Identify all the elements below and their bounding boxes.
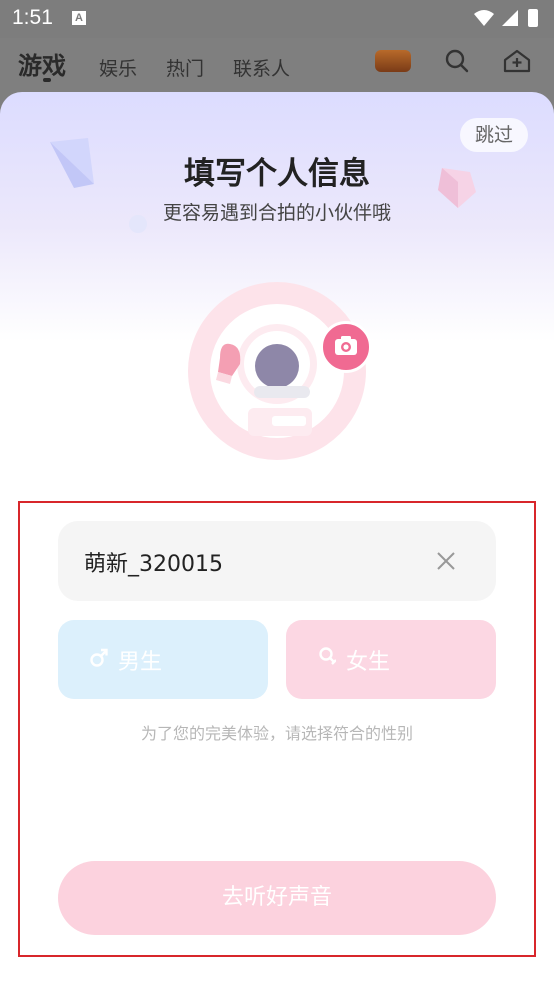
nickname-field[interactable] bbox=[58, 521, 496, 601]
change-avatar-camera-button[interactable] bbox=[320, 321, 372, 373]
camera-icon bbox=[335, 336, 357, 355]
page-subtitle: 更容易遇到合拍的小伙伴哦 bbox=[162, 202, 391, 224]
tab-hot[interactable]: 热门 bbox=[166, 54, 204, 81]
gender-hint-text: 为了您的完美体验，请选择符合的性别 bbox=[140, 724, 413, 743]
submit-button[interactable]: 去听好声音 bbox=[58, 861, 496, 935]
gender-male-button[interactable]: 男生 bbox=[58, 620, 268, 699]
notification-a-icon: A bbox=[72, 11, 86, 25]
skip-button[interactable]: 跳过 bbox=[460, 118, 528, 152]
search-icon[interactable] bbox=[444, 48, 470, 74]
add-room-icon[interactable] bbox=[502, 48, 532, 74]
signal-icon bbox=[502, 10, 518, 26]
clear-input-icon[interactable] bbox=[436, 551, 456, 571]
tab-contacts[interactable]: 联系人 bbox=[233, 54, 290, 81]
game-badge-icon[interactable] bbox=[375, 50, 411, 72]
female-symbol-icon bbox=[319, 647, 336, 665]
gender-female-button[interactable]: 女生 bbox=[286, 620, 496, 699]
page-title: 填写个人信息 bbox=[184, 156, 370, 192]
tab-entertainment[interactable]: 娱乐 bbox=[99, 54, 137, 81]
system-status-icons bbox=[474, 9, 538, 27]
gender-male-label: 男生 bbox=[118, 650, 163, 675]
status-time: 1:51 bbox=[12, 6, 53, 29]
male-symbol-icon bbox=[90, 648, 108, 667]
nickname-input[interactable] bbox=[82, 541, 426, 583]
tab-games[interactable]: 游戏 bbox=[18, 46, 66, 81]
battery-icon bbox=[528, 9, 538, 27]
active-tab-indicator bbox=[43, 78, 51, 82]
status-bar: 1:51 A bbox=[0, 0, 554, 38]
gender-female-label: 女生 bbox=[346, 650, 391, 675]
wifi-icon bbox=[474, 10, 494, 26]
